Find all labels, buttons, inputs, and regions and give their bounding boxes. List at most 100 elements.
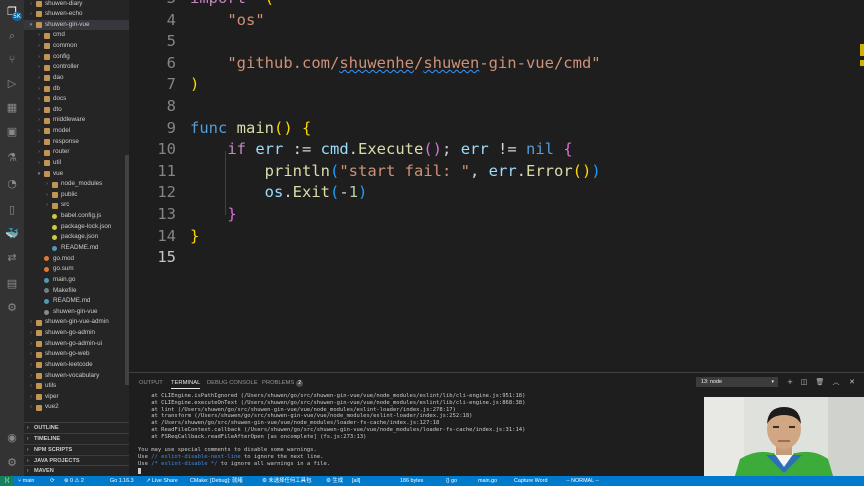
explorer-folder[interactable]: › node_modules xyxy=(24,179,129,190)
split-terminal-icon[interactable]: ◫ xyxy=(799,377,809,387)
explorer-file[interactable]: go.sum xyxy=(24,264,129,275)
explorer-folder[interactable]: › shuwen-leetcode xyxy=(24,360,129,371)
explorer-file[interactable]: go.mod xyxy=(24,254,129,265)
code-token: - xyxy=(339,183,349,202)
capture-word[interactable]: Capture Word xyxy=(514,476,547,486)
explorer-folder[interactable]: › shuwen-gin-vue-admin xyxy=(24,317,129,328)
account-icon[interactable]: ◉ xyxy=(4,430,20,446)
code-token: != xyxy=(488,140,527,159)
explorer-folder[interactable]: › shuwen-diary xyxy=(24,0,129,9)
remote-explorer-icon[interactable]: ▣ xyxy=(4,124,20,140)
code-token: func xyxy=(190,118,228,137)
leetcode-icon[interactable]: ⚙ xyxy=(4,300,20,316)
explorer-folder[interactable]: › src xyxy=(24,200,129,211)
explorer-folder[interactable]: › util xyxy=(24,158,129,169)
testing-icon[interactable]: ⚗ xyxy=(4,150,20,166)
code-text: import ( xyxy=(190,0,274,10)
code-line: 11 println("start fail: ", err.Error()) xyxy=(129,161,864,183)
sync-button[interactable]: ⟳ xyxy=(50,476,55,486)
chevron-down-icon: ▾ xyxy=(29,21,33,28)
explorer-folder[interactable]: › viper xyxy=(24,392,129,403)
explorer-folder[interactable]: › db xyxy=(24,84,129,95)
problems-indicator[interactable]: ⊗ 0 ⚠ 2 xyxy=(64,476,84,486)
explorer-item-label: main.go xyxy=(53,275,76,283)
panel-tab-terminal[interactable]: TERMINAL xyxy=(171,378,201,389)
code-token: Execute xyxy=(358,140,424,159)
explorer-folder[interactable]: › controller xyxy=(24,62,129,73)
explorer-folder[interactable]: › public xyxy=(24,190,129,201)
explorer-item-label: cmd xyxy=(53,31,65,39)
code-editor[interactable]: 3import (4 "os"56 "github.com/shuwenhe/s… xyxy=(129,0,864,372)
panel-tab-debug-console[interactable]: DEBUG CONSOLE xyxy=(207,378,258,389)
bookmarks-icon[interactable]: ▯ xyxy=(4,202,20,218)
chevron-right-icon: › xyxy=(30,393,32,400)
trash-icon[interactable]: 🗑 xyxy=(815,377,825,387)
explorer-item-label: middleware xyxy=(53,116,86,124)
explorer-folder[interactable]: › config xyxy=(24,52,129,63)
terminal-select[interactable]: 13: node ▾ xyxy=(696,377,778,387)
panel-tab-problems[interactable]: PROBLEMS 2 xyxy=(262,378,303,389)
chevron-down-icon: ▾ xyxy=(37,170,41,177)
explorer-file[interactable]: README.md xyxy=(24,296,129,307)
explorer-folder[interactable]: › docs xyxy=(24,94,129,105)
explorer-folder[interactable]: › shuwen-echo xyxy=(24,9,129,20)
explorer-folder[interactable]: › shuwen-go-admin xyxy=(24,328,129,339)
run-debug-icon[interactable]: ▷ xyxy=(4,76,20,92)
explorer-folder[interactable]: ▾ shuwen-gin-vue xyxy=(24,19,129,31)
explorer-folder[interactable]: › dao xyxy=(24,73,129,84)
panel-tab-output[interactable]: OUTPUT xyxy=(139,378,163,389)
line-number: 8 xyxy=(166,97,176,115)
go-file-icon xyxy=(44,277,49,283)
explorer-file[interactable]: package-lock.json xyxy=(24,222,129,233)
close-icon[interactable]: ✕ xyxy=(847,377,857,387)
explorer-folder[interactable]: › response xyxy=(24,137,129,148)
source-control-icon[interactable]: ⑂ xyxy=(4,52,20,68)
explorer-folder[interactable]: › vue2 xyxy=(24,402,129,413)
explorer-folder[interactable]: ▾ vue xyxy=(24,169,129,180)
maximize-panel-icon[interactable]: ︿ xyxy=(831,377,841,387)
explorer-file[interactable]: package.json xyxy=(24,232,129,243)
extensions-icon[interactable]: ▦ xyxy=(4,100,20,116)
sidebar-section-java-projects[interactable]: › JAVA PROJECTS xyxy=(24,455,129,466)
live-share-button[interactable]: ↗ Live Share xyxy=(146,476,178,486)
explorer-folder[interactable]: › dto xyxy=(24,105,129,116)
chevron-right-icon: › xyxy=(30,319,32,326)
go-version[interactable]: Go 1.16.3 xyxy=(110,476,134,486)
sidebar-section-timeline[interactable]: › TIMELINE xyxy=(24,433,129,444)
explorer-folder[interactable]: › utils xyxy=(24,381,129,392)
explorer-folder[interactable]: › model xyxy=(24,126,129,137)
git-graph-icon[interactable]: ◔ xyxy=(4,176,20,192)
cmake-kit[interactable]: ⚙ 未选择任何工具包 xyxy=(262,476,311,486)
sidebar-section-maven[interactable]: › MAVEN xyxy=(24,465,129,476)
explorer-folder[interactable]: › cmd xyxy=(24,30,129,41)
project-manager-icon[interactable]: ▤ xyxy=(4,276,20,292)
explorer-file[interactable]: Makefile xyxy=(24,286,129,297)
sidebar-section-npm-scripts[interactable]: › NPM SCRIPTS xyxy=(24,444,129,455)
explorer-folder[interactable]: › common xyxy=(24,41,129,52)
explorer-folder[interactable]: › shuwen-go-web xyxy=(24,349,129,360)
language-mode[interactable]: {} go xyxy=(446,476,457,486)
live-share-icon[interactable]: ⇄ xyxy=(4,250,20,266)
active-file[interactable]: main.go xyxy=(478,476,497,486)
cmake-target[interactable]: [all] xyxy=(352,476,360,486)
remote-indicator-icon[interactable]: ⟩⟨ xyxy=(0,476,14,486)
cmake-build-button[interactable]: ⚙ 生成 xyxy=(326,476,343,486)
docker-icon[interactable]: 🐳 xyxy=(4,226,20,242)
explorer-folder[interactable]: › middleware xyxy=(24,115,129,126)
line-number: 4 xyxy=(166,10,176,29)
explorer-file[interactable]: shuwen-gin-vue xyxy=(24,307,129,318)
branch-indicator[interactable]: ⑂ main xyxy=(18,476,34,486)
new-terminal-plus-icon[interactable]: + xyxy=(785,377,795,387)
cmake-status[interactable]: CMake: [Debug]: 就绪 xyxy=(190,476,243,486)
explorer-file[interactable]: README.md xyxy=(24,243,129,254)
explorer-folder[interactable]: › router xyxy=(24,147,129,158)
explorer-file[interactable]: babel.config.js xyxy=(24,211,129,222)
code-token: shuwenhe xyxy=(339,53,414,72)
explorer-file[interactable]: main.go xyxy=(24,275,129,286)
explorer-folder[interactable]: › shuwen-vocabulary xyxy=(24,371,129,382)
sidebar-section-outline[interactable]: › OUTLINE xyxy=(24,422,129,433)
explorer-folder[interactable]: › shuwen-go-admin-ui xyxy=(24,339,129,350)
search-icon[interactable]: ⌕ xyxy=(4,28,20,44)
code-line: 3 import ( xyxy=(129,0,864,10)
settings-gear-icon[interactable]: ⚙ xyxy=(4,455,20,471)
